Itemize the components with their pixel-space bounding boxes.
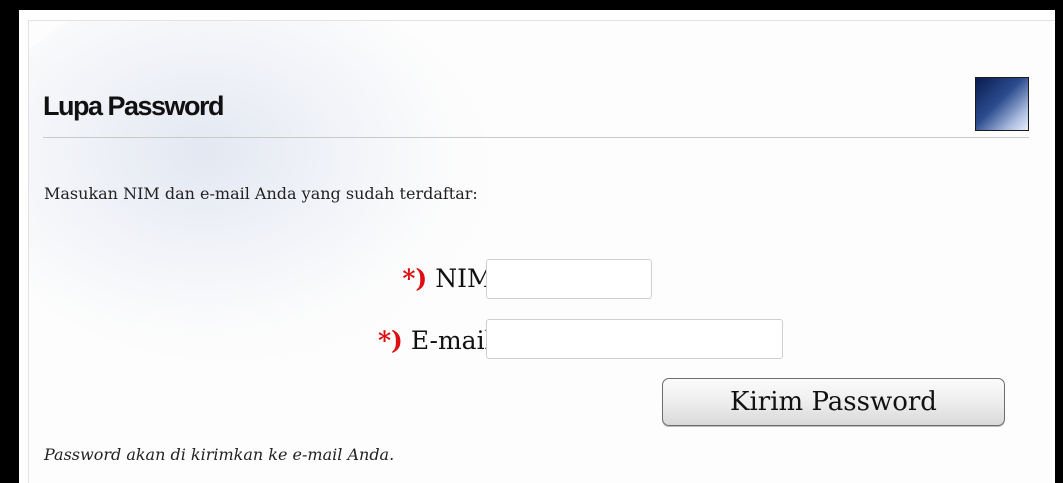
forgot-password-panel: Lupa Password Masukan NIM dan e-mail And…	[19, 10, 1055, 483]
instruction-text: Masukan NIM dan e-mail Anda yang sudah t…	[44, 184, 478, 203]
send-password-button[interactable]: Kirim Password	[662, 378, 1005, 426]
email-input[interactable]	[486, 319, 783, 359]
panel-header: Lupa Password	[43, 77, 1029, 138]
info-note: Password akan di kirimkan ke e-mail Anda…	[44, 445, 395, 464]
header-gradient-icon	[975, 77, 1029, 131]
page-title: Lupa Password	[43, 91, 225, 121]
form-container: Lupa Password Masukan NIM dan e-mail And…	[28, 20, 1055, 483]
nim-input[interactable]	[486, 259, 652, 299]
email-label-row: *) E-mail:	[378, 326, 501, 355]
required-marker: *)	[402, 264, 428, 293]
required-marker: *)	[377, 326, 403, 355]
